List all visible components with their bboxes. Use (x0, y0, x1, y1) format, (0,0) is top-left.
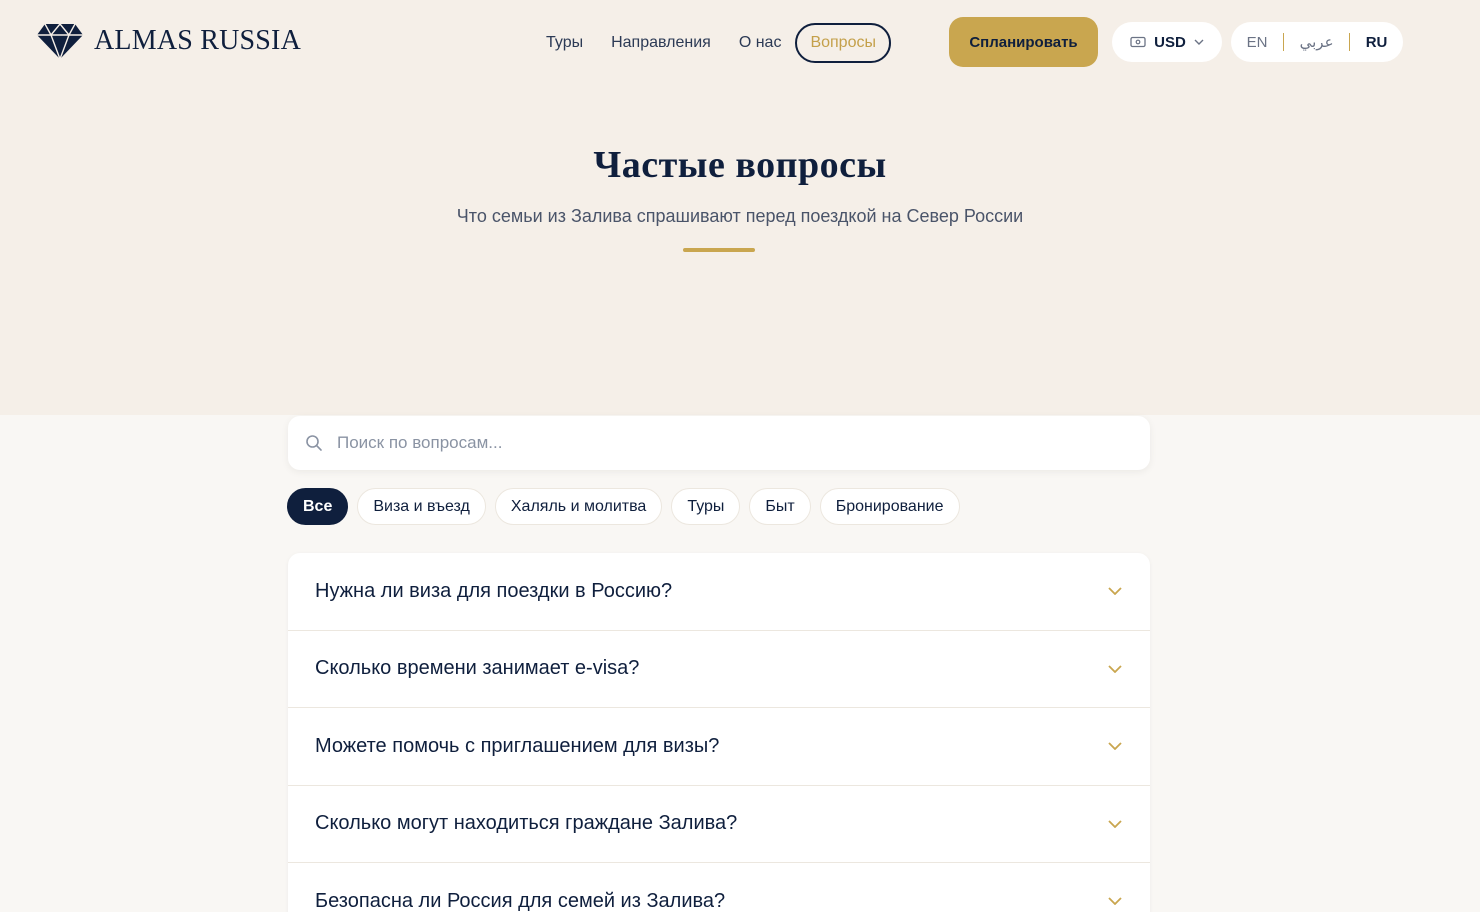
language-switcher: EN عربي RU (1231, 22, 1403, 62)
filter-visa[interactable]: Виза и въезд (357, 488, 486, 525)
search-icon (306, 435, 322, 451)
chevron-down-icon (1194, 39, 1204, 45)
diamond-icon (37, 22, 83, 60)
currency-selector[interactable]: USD (1112, 22, 1222, 62)
category-filters: Все Виза и въезд Халяль и молитва Туры Б… (287, 488, 960, 525)
chevron-down-icon (1108, 820, 1122, 828)
chevron-down-icon (1108, 665, 1122, 673)
lang-divider (1349, 33, 1351, 51)
page-title: Частые вопросы (593, 144, 887, 186)
chevron-down-icon (1108, 742, 1122, 751)
filter-all[interactable]: Все (287, 488, 349, 525)
faq-list: Нужна ли виза для поездки в Россию? Скол… (288, 553, 1150, 912)
nav-item-tours[interactable]: Туры (532, 23, 597, 63)
title-underline (683, 248, 755, 252)
lang-ru[interactable]: RU (1366, 34, 1388, 51)
faq-item[interactable]: Сколько могут находиться граждане Залива… (288, 786, 1150, 863)
faq-question: Нужна ли виза для поездки в Россию? (315, 579, 673, 602)
chevron-down-icon (1108, 587, 1122, 596)
filter-daily-life[interactable]: Быт (749, 488, 811, 525)
banknote-icon (1130, 36, 1146, 48)
faq-question: Сколько времени занимает e-visa? (315, 657, 640, 680)
faq-question: Безопасна ли Россия для семей из Залива? (315, 889, 726, 912)
faq-item[interactable]: Сколько времени занимает e-visa? (288, 631, 1150, 708)
page-subtitle: Что семьи из Залива спрашивают перед пое… (456, 206, 1024, 226)
lang-divider (1283, 33, 1285, 51)
plan-trip-button[interactable]: Спланировать (949, 17, 1098, 67)
faq-item[interactable]: Безопасна ли Россия для семей из Залива? (288, 863, 1150, 912)
filter-halal[interactable]: Халяль и молитва (494, 488, 663, 525)
nav-item-faq[interactable]: Вопросы (795, 23, 891, 63)
faq-question: Сколько могут находиться граждане Залива… (315, 812, 738, 835)
nav-item-about[interactable]: О нас (725, 23, 796, 63)
currency-label: USD (1154, 33, 1186, 51)
filter-booking[interactable]: Бронирование (819, 488, 960, 525)
search-input[interactable] (337, 433, 1150, 453)
chevron-down-icon (1108, 897, 1122, 906)
main-nav: Туры Направления О нас Вопросы (532, 23, 891, 63)
faq-question: Можете помочь с приглашением для визы? (315, 734, 720, 757)
logo-text: ALMAS RUSSIA (94, 25, 301, 56)
search-bar (288, 416, 1150, 470)
lang-ar[interactable]: عربي (1300, 33, 1334, 51)
logo[interactable]: ALMAS RUSSIA (36, 22, 301, 60)
lang-en[interactable]: EN (1247, 34, 1268, 51)
filter-tours[interactable]: Туры (671, 488, 741, 525)
faq-item[interactable]: Можете помочь с приглашением для визы? (288, 708, 1150, 786)
nav-item-destinations[interactable]: Направления (597, 23, 725, 63)
faq-item[interactable]: Нужна ли виза для поездки в Россию? (288, 553, 1150, 631)
